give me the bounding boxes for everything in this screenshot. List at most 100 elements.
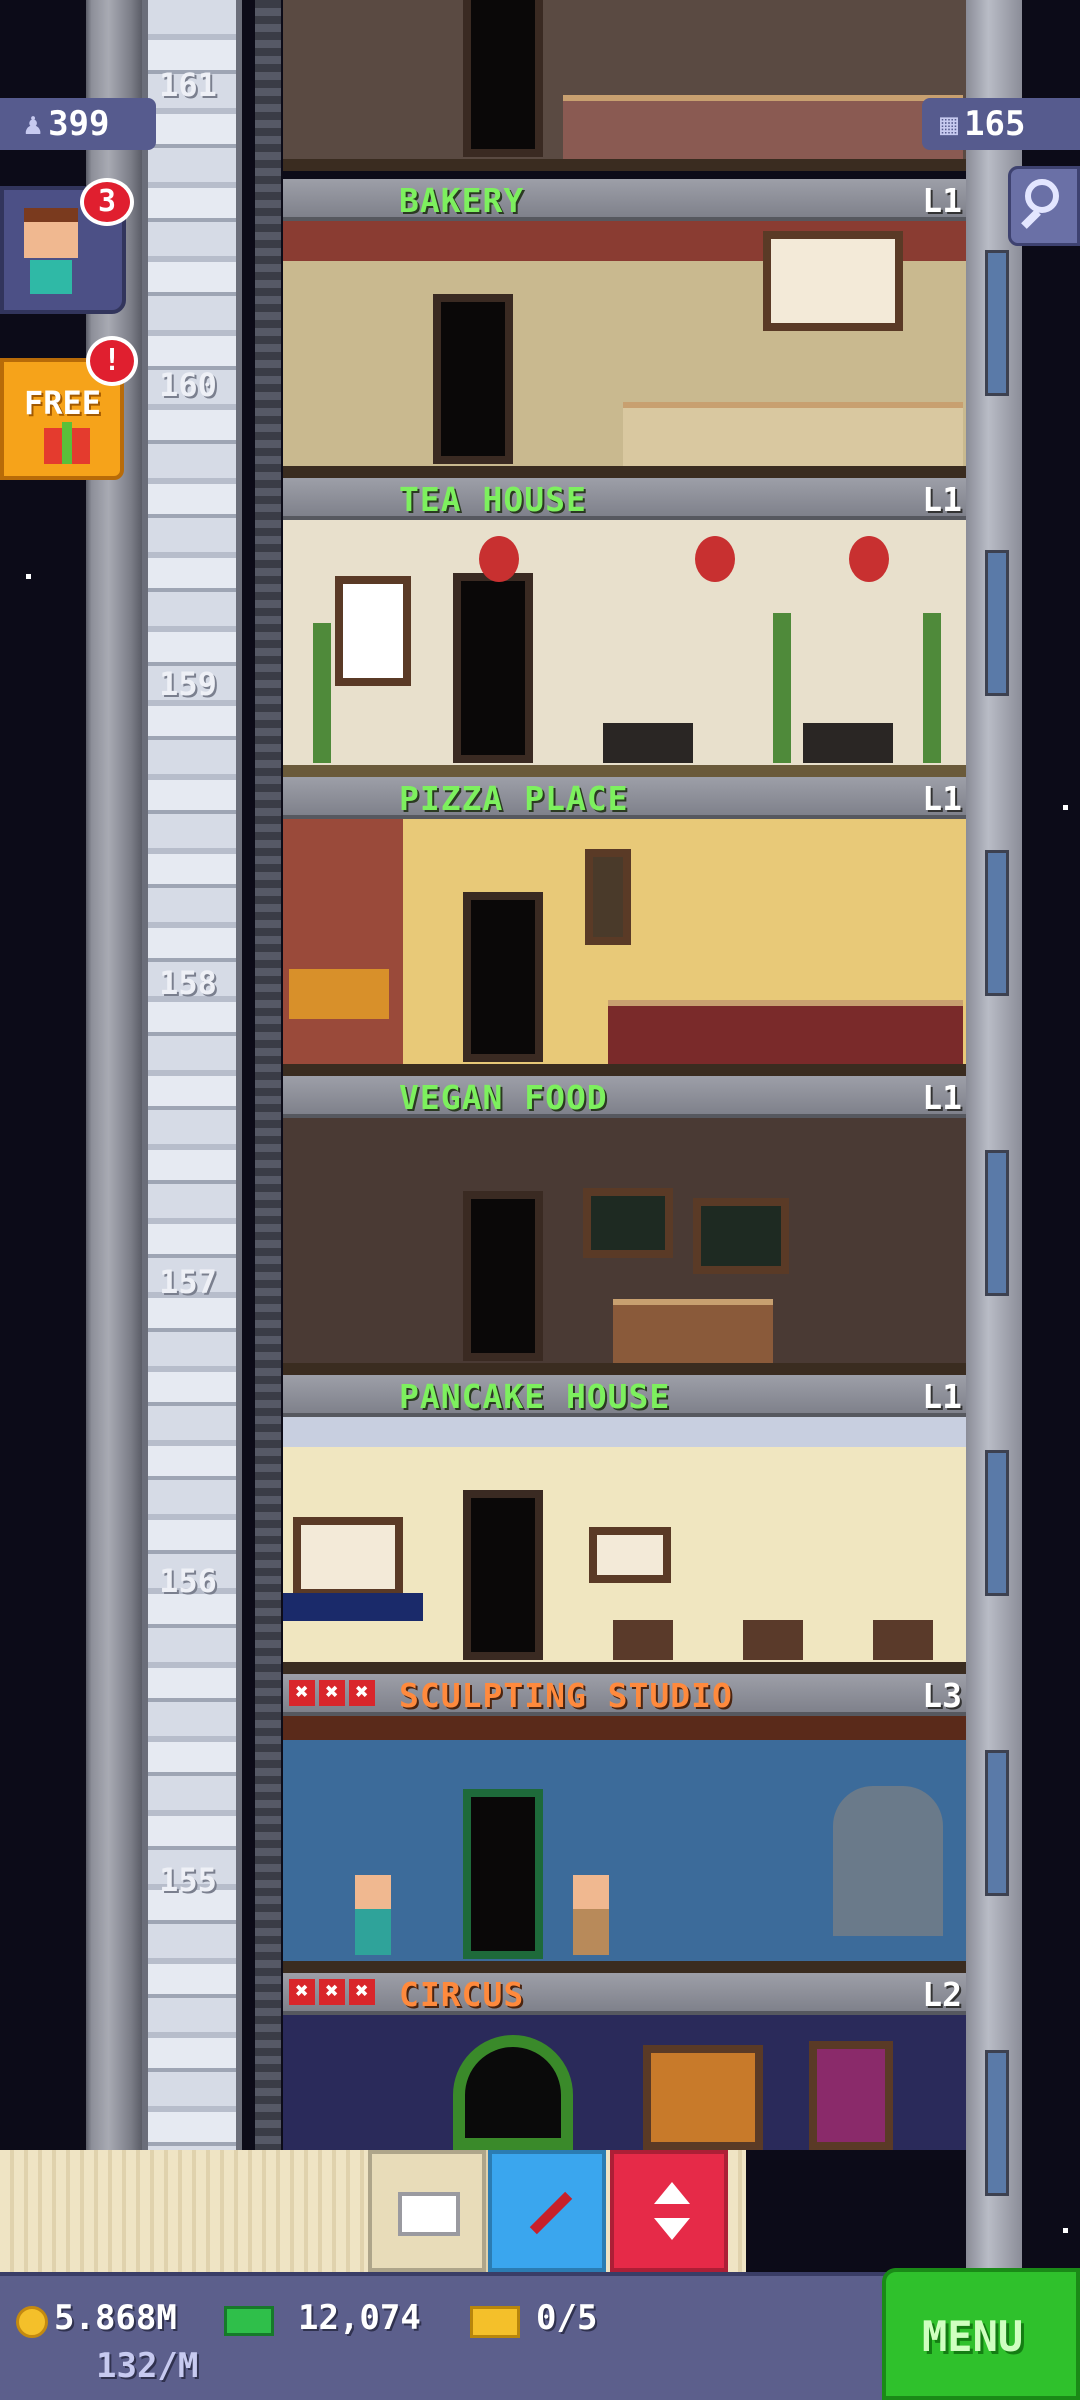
person-icon: ♟: [24, 106, 43, 142]
tea-scroll: [335, 576, 411, 686]
storage-button[interactable]: [368, 2150, 486, 2272]
arrow-up-icon: [654, 2182, 690, 2204]
elevator-floor-number: 158: [159, 964, 217, 1002]
floor-label-bar: PANCAKE HOUSE L1: [283, 1375, 966, 1417]
elevator-floor-number: 156: [159, 1562, 217, 1600]
chalkboard: [583, 1188, 673, 1258]
elevator-rail: [255, 0, 281, 2272]
circus-arch: [453, 2035, 573, 2150]
floor-name: PIZZA PLACE: [399, 779, 629, 818]
picture-frame: [589, 1527, 671, 1583]
floor-sculpting-studio[interactable]: ✖ ✖ ✖ SCULPTING STUDIO L3: [283, 1674, 966, 1973]
tower-window: [985, 2050, 1009, 2196]
bitizen[interactable]: [355, 1875, 391, 1955]
floor-label-bar: PIZZA PLACE L1: [283, 777, 966, 819]
floor-tea-house[interactable]: TEA HOUSE L1: [283, 478, 966, 777]
bux-value: 12,074: [298, 2298, 421, 2338]
tower-window: [985, 1750, 1009, 1896]
floor-label-bar: VEGAN FOOD L1: [283, 1076, 966, 1118]
x-mark-icon: ✖: [349, 1680, 375, 1706]
coins-value: 5.868M: [54, 2298, 177, 2338]
elevator-button[interactable]: [610, 2150, 728, 2272]
floor-label-bar: ✖ ✖ ✖ CIRCUS L2: [283, 1973, 966, 2015]
free-label: FREE: [24, 384, 102, 422]
floor-count-value: 165: [964, 104, 1026, 144]
menu-board: [763, 231, 903, 331]
lantern: [849, 536, 889, 582]
floor-name: TEA HOUSE: [399, 480, 587, 519]
star: [1063, 2228, 1068, 2233]
floor-level: L1: [922, 1377, 962, 1416]
free-alert-badge: !: [86, 336, 138, 386]
search-button[interactable]: [1008, 166, 1080, 246]
visitor-avatar-icon: [24, 208, 78, 258]
elevator-floor-number: 161: [159, 66, 217, 104]
bux-icon: [224, 2306, 274, 2336]
x-mark-icon: ✖: [319, 1979, 345, 2005]
floor-pancake-house[interactable]: PANCAKE HOUSE L1: [283, 1375, 966, 1674]
star: [1063, 805, 1068, 810]
visitor-count-badge: 3: [80, 178, 134, 226]
floor-name: CIRCUS: [399, 1975, 525, 2014]
floor-161-room[interactable]: [283, 0, 966, 179]
floor-name: VEGAN FOOD: [399, 1078, 608, 1117]
box-icon: [398, 2192, 460, 2236]
menu-button[interactable]: MENU: [882, 2268, 1080, 2400]
tower-window: [985, 1450, 1009, 1596]
elevator-floor-number: 155: [159, 1861, 217, 1899]
menu-board: [585, 849, 631, 945]
coin-icon: [16, 2306, 48, 2338]
picture-frame: [293, 1517, 403, 1597]
search-icon: [1025, 179, 1059, 213]
floor-label-bar: TEA HOUSE L1: [283, 478, 966, 520]
floor-rating-marks: ✖ ✖ ✖: [289, 1979, 375, 2005]
floor-rating-marks: ✖ ✖ ✖: [289, 1680, 375, 1706]
star: [26, 574, 31, 579]
floor-name: BAKERY: [399, 181, 525, 220]
floor-level: L1: [922, 779, 962, 818]
population-counter[interactable]: ♟ 399: [0, 98, 156, 150]
tower-window: [985, 250, 1009, 396]
tower-window: [985, 550, 1009, 696]
floor-name: SCULPTING STUDIO: [399, 1676, 733, 1715]
lantern: [695, 536, 735, 582]
coins-rate: 132/M: [96, 2346, 199, 2386]
arrow-down-icon: [654, 2218, 690, 2240]
floor-level: L1: [922, 1078, 962, 1117]
ticket-icon: [470, 2306, 520, 2338]
statue: [833, 1786, 943, 1936]
floor-counter[interactable]: ▦ 165: [922, 98, 1080, 150]
x-mark-icon: ✖: [289, 1680, 315, 1706]
tiger-poster: [643, 2045, 763, 2150]
lantern: [479, 536, 519, 582]
population-value: 399: [48, 104, 110, 144]
floor-label-bar: ✖ ✖ ✖ SCULPTING STUDIO L3: [283, 1674, 966, 1716]
elevator-shaft[interactable]: [142, 0, 382, 2272]
floor-level: L1: [922, 181, 962, 220]
floor-circus[interactable]: ✖ ✖ ✖ CIRCUS L2: [283, 1973, 966, 2150]
floor-pizza-place[interactable]: PIZZA PLACE L1: [283, 777, 966, 1076]
elevator-floor-number: 160: [159, 366, 217, 404]
pin-button[interactable]: [488, 2150, 606, 2272]
tickets-value: 0/5: [536, 2298, 598, 2338]
floor-level: L2: [922, 1975, 962, 2014]
tower-window: [985, 850, 1009, 996]
pizza-oven: [289, 969, 389, 1019]
floor-level: L1: [922, 480, 962, 519]
pin-icon: [529, 2191, 573, 2235]
floor-level: L3: [922, 1676, 962, 1715]
menu-label: MENU: [922, 2312, 1024, 2361]
elevator-floor-number: 157: [159, 1263, 217, 1301]
floor-bakery[interactable]: BAKERY L1: [283, 179, 966, 478]
tower-window: [985, 1150, 1009, 1296]
floor-label-bar: BAKERY L1: [283, 179, 966, 221]
chalkboard: [693, 1198, 789, 1274]
elevator-floor-number: 159: [159, 665, 217, 703]
x-mark-icon: ✖: [349, 1979, 375, 2005]
x-mark-icon: ✖: [319, 1680, 345, 1706]
bitizen[interactable]: [573, 1875, 609, 1955]
floor-vegan-food[interactable]: VEGAN FOOD L1: [283, 1076, 966, 1375]
building-icon: ▦: [940, 106, 959, 142]
x-mark-icon: ✖: [289, 1979, 315, 2005]
poster: [809, 2041, 893, 2150]
